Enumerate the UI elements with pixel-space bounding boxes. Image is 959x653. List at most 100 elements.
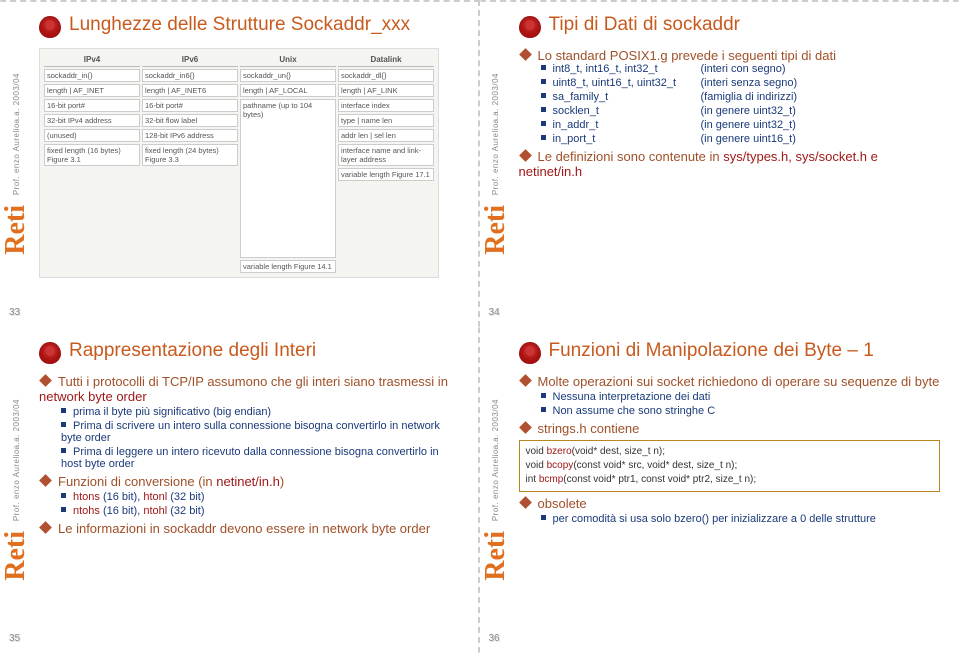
bullet-text: Molte operazioni sui socket richiedono d…	[538, 374, 940, 389]
fig-cell: 16-bit port#	[142, 99, 238, 112]
fn-name: bzero	[547, 446, 572, 457]
crest-icon	[39, 16, 61, 38]
type-desc: (in genere uint32_t)	[701, 105, 941, 117]
slide-34: a.a. 2003/04 Prof. enzo Aurelio Reti Tip…	[480, 0, 959, 327]
sidebar-brand: a.a. 2003/04 Prof. enzo Aurelio Reti	[3, 2, 29, 326]
code-line: void bcopy(const void* src, void* dest, …	[526, 459, 934, 473]
brand-label: Reti	[480, 531, 512, 581]
sub-bullet: Nessuna interpretazione dei dati	[541, 391, 941, 403]
fig-cell: sockaddr_in{}	[44, 69, 140, 82]
code-line: void bzero(void* dest, size_t n);	[526, 445, 934, 459]
brand-prof: Prof. enzo Aurelio	[491, 123, 500, 195]
brand-year: a.a. 2003/04	[491, 73, 500, 123]
fig-cell: interface name and link-layer address	[338, 144, 434, 166]
brand-year: a.a. 2003/04	[12, 73, 21, 123]
fig-header: IPv4	[44, 53, 140, 67]
text: void	[526, 446, 547, 457]
brand-label: Reti	[0, 205, 32, 255]
fn-name: ntohs	[73, 505, 100, 517]
fig-cell: 16-bit port#	[44, 99, 140, 112]
sidebar-brand: a.a. 2003/04 Prof. enzo Aurelio Reti	[483, 2, 509, 326]
type-name: uint8_t, uint16_t, uint32_t	[541, 77, 701, 89]
text: Tutti i protocolli di TCP/IP assumono ch…	[58, 374, 448, 389]
sub-bullet: Prima di leggere un intero ricevuto dall…	[61, 446, 460, 470]
slide-number: 35	[9, 633, 20, 644]
fig-header: Datalink	[338, 53, 434, 67]
text: )	[280, 474, 284, 489]
crest-icon	[39, 342, 61, 364]
code-box: void bzero(void* dest, size_t n); void b…	[519, 440, 941, 492]
fig-header: IPv6	[142, 53, 238, 67]
brand-prof: Prof. enzo Aurelio	[491, 449, 500, 521]
brand-prof: Prof. enzo Aurelio	[12, 123, 21, 195]
fig-cell: length | AF_INET6	[142, 84, 238, 97]
type-desc: (interi senza segno)	[701, 77, 941, 89]
sub-bullet: prima il byte più significativo (big end…	[61, 406, 460, 418]
sub-bullet: per comodità si usa solo bzero() per ini…	[541, 513, 941, 525]
type-desc: (in genere uint16_t)	[701, 133, 941, 145]
fig-cell: length | AF_LINK	[338, 84, 434, 97]
sub-bullet: ntohs (16 bit), ntohl (32 bit)	[61, 505, 460, 517]
brand-label: Reti	[0, 531, 32, 581]
text: (const void* src, void* dest, size_t n);	[573, 460, 737, 471]
type-name: in_port_t	[541, 133, 701, 145]
slide-title: Rappresentazione degli Interi	[69, 340, 316, 363]
fn-name: htonl	[143, 491, 167, 503]
crest-icon	[519, 16, 541, 38]
type-desc: (interi con segno)	[701, 63, 941, 75]
sidebar-brand: a.a. 2003/04 Prof. enzo Aurelio Reti	[3, 328, 29, 653]
brand-year: a.a. 2003/04	[12, 399, 21, 449]
slide-35: a.a. 2003/04 Prof. enzo Aurelio Reti Rap…	[0, 327, 480, 653]
text: (const void* ptr1, const void* ptr2, siz…	[563, 474, 756, 485]
slide-number: 34	[489, 307, 500, 318]
slide-number: 36	[489, 633, 500, 644]
bullet-text: Tutti i protocolli di TCP/IP assumono ch…	[39, 374, 448, 404]
fig-cell: interface index	[338, 99, 434, 112]
text: (32 bit)	[167, 491, 204, 503]
fig-cell: variable length Figure 14.1	[240, 260, 336, 273]
text: (16 bit),	[100, 505, 143, 517]
text-highlight: network byte order	[39, 389, 147, 404]
fig-cell: 128-bit IPv6 address	[142, 129, 238, 142]
text: int	[526, 474, 539, 485]
slide-title: Funzioni di Manipolazione dei Byte – 1	[549, 340, 874, 363]
fn-name: bcopy	[547, 460, 574, 471]
text: Le definizioni sono contenute in	[538, 149, 724, 164]
type-name: int8_t, int16_t, int32_t	[541, 63, 701, 75]
type-desc: (in genere uint32_t)	[701, 119, 941, 131]
fig-cell: pathname (up to 104 bytes)	[240, 99, 336, 258]
fn-name: htons	[73, 491, 100, 503]
code-line: int bcmp(const void* ptr1, const void* p…	[526, 473, 934, 487]
fig-cell: fixed length (16 bytes) Figure 3.1	[44, 144, 140, 166]
bullet-text: Le definizioni sono contenute in sys/typ…	[519, 149, 878, 179]
bullet-text: Lo standard POSIX1.g prevede i seguenti …	[538, 48, 836, 63]
fig-cell: sockaddr_dl{}	[338, 69, 434, 82]
fig-cell: type | name len	[338, 114, 434, 127]
type-name: socklen_t	[541, 105, 701, 117]
fig-cell: length | AF_LOCAL	[240, 84, 336, 97]
slide-33: a.a. 2003/04 Prof. enzo Aurelio Reti Lun…	[0, 0, 480, 327]
fig-cell: addr len | sel len	[338, 129, 434, 142]
sidebar-brand: a.a. 2003/04 Prof. enzo Aurelio Reti	[483, 328, 509, 653]
brand-prof: Prof. enzo Aurelio	[12, 449, 21, 521]
fig-header: Unix	[240, 53, 336, 67]
type-name: in_addr_t	[541, 119, 701, 131]
brand-year: a.a. 2003/04	[491, 399, 500, 449]
fig-cell: sockaddr_un{}	[240, 69, 336, 82]
text: void	[526, 460, 547, 471]
sub-bullet: Non assume che sono stringhe C	[541, 405, 941, 417]
text: (16 bit),	[100, 491, 143, 503]
slide-title: Tipi di Dati di sockaddr	[549, 14, 740, 37]
slide-title: Lunghezze delle Strutture Sockaddr_xxx	[69, 14, 410, 37]
fig-cell: 32-bit flow label	[142, 114, 238, 127]
bullet-text: strings.h contiene	[538, 421, 640, 436]
text: Funzioni di conversione (in	[58, 474, 216, 489]
slide-number: 33	[9, 307, 20, 318]
fig-cell: length | AF_INET	[44, 84, 140, 97]
crest-icon	[519, 342, 541, 364]
fn-name: bcmp	[539, 474, 563, 485]
type-table: int8_t, int16_t, int32_t(interi con segn…	[519, 63, 941, 145]
sub-bullet: Prima di scrivere un intero sulla connes…	[61, 420, 460, 444]
fig-cell: (unused)	[44, 129, 140, 142]
fig-cell: sockaddr_in6{}	[142, 69, 238, 82]
